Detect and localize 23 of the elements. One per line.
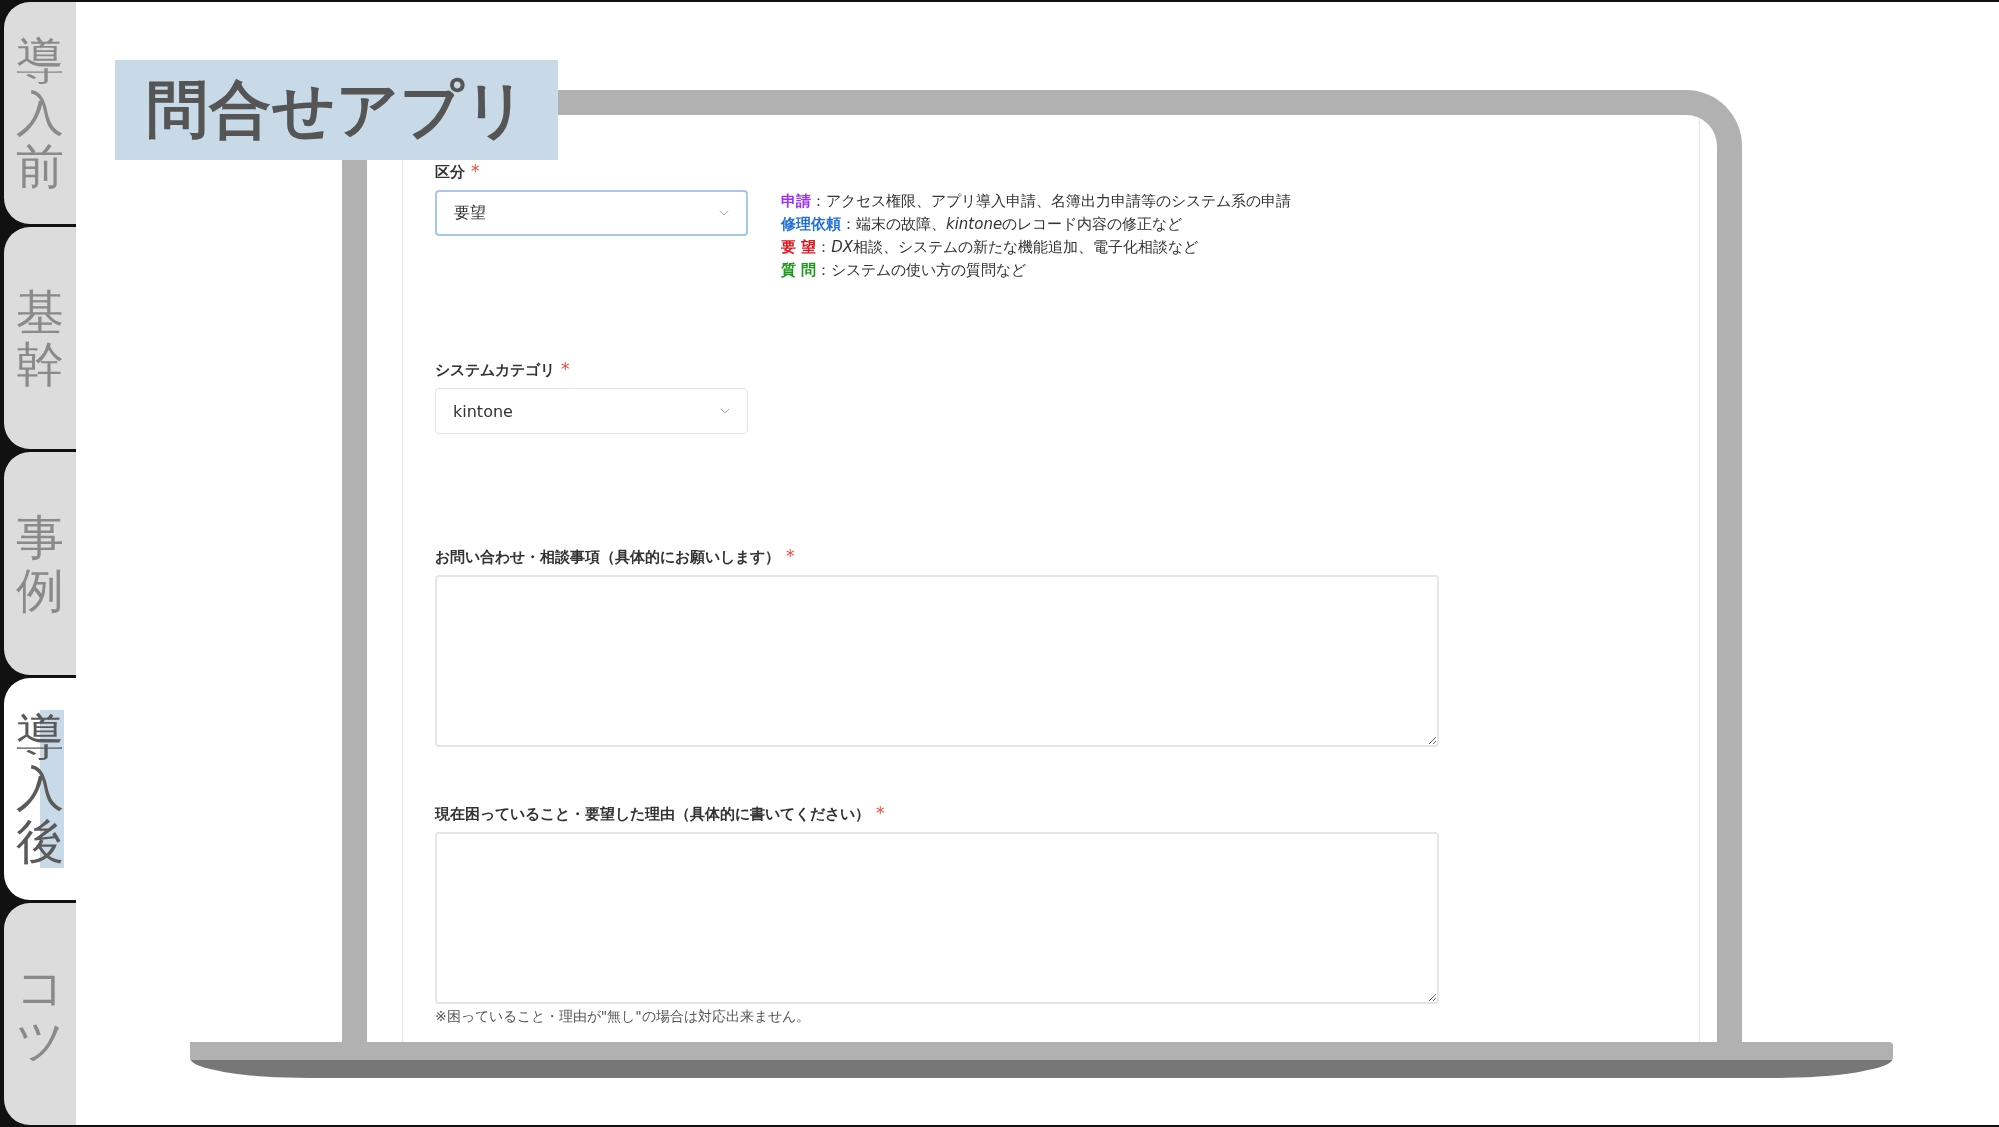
legend-line: 申請：アクセス権限、アプリ導入申請、名簿出力申請等のシステム系の申請 [781, 191, 1291, 212]
required-mark: * [876, 803, 885, 823]
legend-line: 要 望：DX相談、システムの新たな機能追加、電子化相談など [781, 237, 1200, 258]
field-label: 区分 [435, 163, 465, 182]
legend-line: 修理依頼：端末の故障、kintoneのレコード内容の修正など [781, 214, 1184, 235]
legend-line: 質 問：システムの使い方の質問など [781, 260, 1028, 281]
side-tab[interactable]: 導入後 [4, 677, 76, 900]
dropdown[interactable]: 要望 [435, 190, 748, 236]
side-tab[interactable]: 導入前 [4, 2, 76, 225]
text-area[interactable] [435, 575, 1439, 747]
side-tab[interactable]: コツ [4, 902, 76, 1125]
required-mark: * [786, 546, 795, 566]
field-note: ※困っていること・理由が"無し"の場合は対応出来ません。 [435, 1008, 811, 1026]
required-mark: * [561, 359, 570, 379]
side-tab[interactable]: 基幹 [4, 227, 76, 450]
dropdown[interactable]: kintone [435, 388, 748, 434]
title-banner: 問合せアプリ [115, 60, 558, 160]
field-label: システムカテゴリ [435, 361, 555, 380]
field-label: お問い合わせ・相談事項（具体的にお願いします） [435, 548, 780, 567]
required-mark: * [471, 161, 480, 181]
side-tab[interactable]: 事例 [4, 452, 76, 675]
field-label: 現在困っていること・要望した理由（具体的に書いてください） [435, 805, 870, 824]
text-area[interactable] [435, 832, 1439, 1004]
